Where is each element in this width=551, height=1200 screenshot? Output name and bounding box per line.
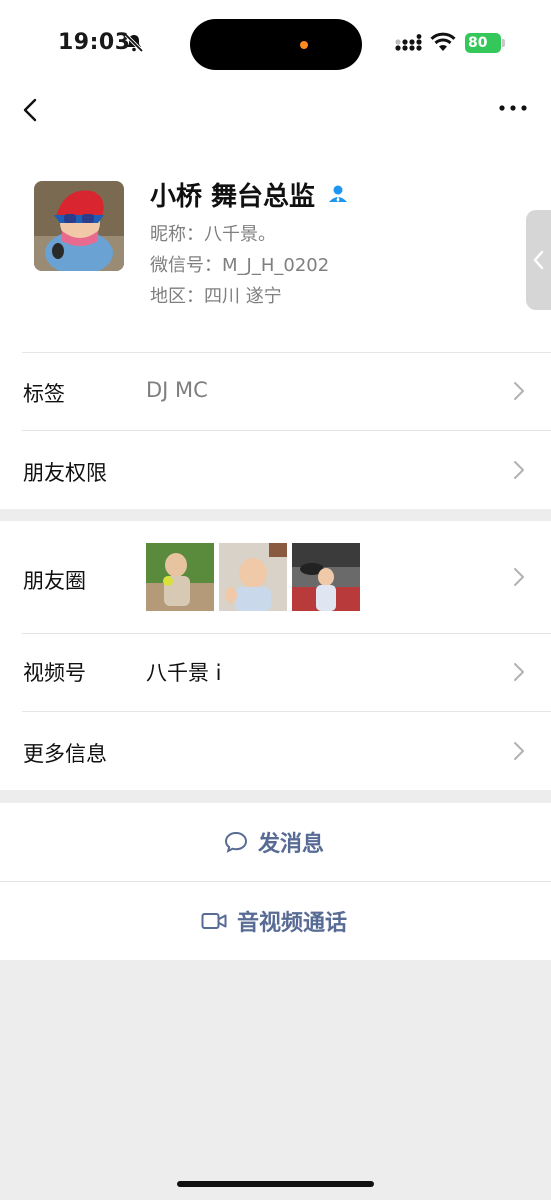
divider [22,711,551,712]
more-info-row[interactable]: 更多信息 [0,711,551,790]
chevron-right-icon [514,568,524,586]
divider [22,430,551,431]
contact-name: 小桥 舞台总监 [150,181,316,212]
tag-value: DJ MC [146,378,208,402]
chevron-right-icon [514,663,524,681]
avatar[interactable] [34,181,124,271]
divider [22,633,551,634]
channels-label: 视频号 [23,661,86,685]
home-indicator[interactable] [177,1181,374,1187]
battery-tip [502,39,505,47]
battery-indicator: 80 [465,33,501,53]
friend-permissions-row[interactable]: 朋友权限 [0,430,551,509]
more-info-label: 更多信息 [23,742,107,766]
recording-dot [300,41,308,49]
tag-row[interactable]: 标签 DJ MC [0,352,551,430]
divider [22,352,551,353]
tag-label: 标签 [23,382,65,406]
channels-value: 八千景 i [146,661,222,685]
chevron-left-icon [533,250,544,270]
moments-label: 朋友圈 [23,569,86,593]
video-call-button[interactable]: 音视频通话 [0,882,551,960]
chevron-right-icon [514,742,524,760]
region-text: 地区：四川 遂宁 [150,286,282,307]
moments-row[interactable]: 朋友圈 [0,521,551,633]
nickname-text: 昵称：八千景。 [150,224,276,245]
video-camera-icon [201,913,227,929]
chevron-right-icon [514,382,524,400]
chat-bubble-icon [224,831,248,853]
friend-permissions-label: 朋友权限 [23,461,107,485]
verified-person-icon [329,185,348,202]
video-call-label: 音视频通话 [237,911,348,936]
dynamic-island [190,19,362,70]
name-row: 小桥 舞台总监 [150,176,349,212]
cellular-signal-icon [395,34,422,51]
wechat-id-text: 微信号：M_J_H_0202 [150,255,330,276]
send-message-label: 发消息 [258,832,325,857]
moment-photo-1 [146,543,214,611]
wifi-icon [430,32,456,51]
chevron-right-icon [514,461,524,479]
side-panel-handle[interactable] [526,210,551,310]
more-options-icon[interactable] [496,98,530,118]
video-call-content: 音视频通话 [201,882,347,960]
moment-photo-2 [219,543,287,611]
mute-bell-icon [124,33,144,53]
nav-bar [0,84,551,144]
send-message-content: 发消息 [224,803,324,881]
status-time: 19:03 [58,30,131,55]
profile-header: 小桥 舞台总监 昵称：八千景。 微信号：M_J_H_0202 地区：四川 遂宁 [0,144,551,352]
channels-row[interactable]: 视频号 八千景 i [0,633,551,711]
send-message-button[interactable]: 发消息 [0,803,551,881]
back-arrow-icon[interactable] [18,94,46,126]
status-bar: 19:03 80 [0,0,551,84]
moment-photo-3 [292,543,360,611]
